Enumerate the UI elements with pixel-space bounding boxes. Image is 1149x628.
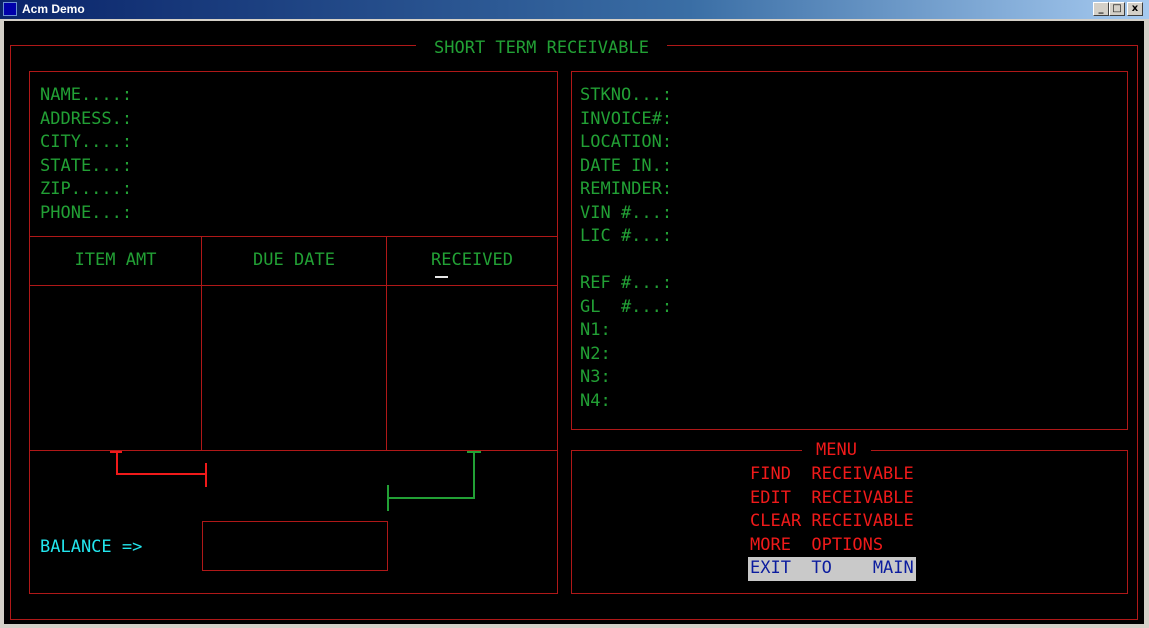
green-bracket xyxy=(387,497,475,499)
window-title-bar: Acm Demo _ □ x xyxy=(0,0,1149,19)
menu-item-clear-receivable[interactable]: CLEAR RECEIVABLE xyxy=(750,510,914,534)
address-label: ADDRESS.: xyxy=(40,108,133,129)
green-bracket xyxy=(467,451,481,453)
n1-label: N1: xyxy=(580,320,611,340)
red-bracket xyxy=(110,451,122,453)
text-cursor xyxy=(435,276,448,278)
red-bracket xyxy=(116,473,206,475)
menu-title: MENU xyxy=(802,439,871,461)
menu-item-exit-to-main[interactable]: EXIT TO MAIN xyxy=(748,557,916,581)
city-label: CITY....: xyxy=(40,132,133,152)
screen-title: SHORT TERM RECEIVABLE xyxy=(416,37,667,59)
reminder-label: REMINDER: xyxy=(580,179,673,199)
balance-label: BALANCE => xyxy=(40,537,143,557)
balance-panel: BALANCE => xyxy=(29,450,558,594)
menu-item-find-receivable[interactable]: FIND RECEIVABLE xyxy=(750,463,914,487)
zip-label: ZIP.....: xyxy=(40,179,133,199)
customer-info-panel: NAME....: ADDRESS.: CITY....: STATE...: … xyxy=(29,71,558,237)
window-title: Acm Demo xyxy=(22,2,85,16)
n2-label: N2: xyxy=(580,343,611,364)
items-table: ITEM AMT DUE DATE RECEIVED xyxy=(29,236,558,451)
app-icon xyxy=(3,2,17,16)
ref-label: REF #...: xyxy=(580,273,673,293)
balance-field[interactable] xyxy=(202,521,388,571)
table-header-divider xyxy=(30,285,557,286)
minimize-button[interactable]: _ xyxy=(1093,2,1109,16)
green-bracket xyxy=(473,451,475,499)
gl-label: GL #...: xyxy=(580,296,673,317)
console-screen: SHORT TERM RECEIVABLE NAME....: ADDRESS.… xyxy=(4,21,1144,624)
vin-label: VIN #...: xyxy=(580,202,673,223)
state-label: STATE...: xyxy=(40,155,133,176)
n4-label: N4: xyxy=(580,390,611,411)
close-button[interactable]: x xyxy=(1127,2,1143,16)
maximize-button[interactable]: □ xyxy=(1109,2,1125,16)
red-bracket xyxy=(116,451,118,475)
date-in-label: DATE IN.: xyxy=(580,155,673,176)
location-label: LOCATION: xyxy=(580,132,673,152)
phone-label: PHONE...: xyxy=(40,202,133,223)
name-label: NAME....: xyxy=(40,85,133,105)
lic-label: LIC #...: xyxy=(580,226,673,246)
red-bracket xyxy=(205,463,207,487)
vehicle-info-panel: STKNO...: INVOICE#: LOCATION: DATE IN.: … xyxy=(571,71,1128,430)
menu-item-more-options[interactable]: MORE OPTIONS xyxy=(750,534,883,558)
green-bracket xyxy=(387,485,389,511)
received-header: RECEIVED xyxy=(431,250,513,270)
n3-label: N3: xyxy=(580,367,611,387)
invoice-label: INVOICE#: xyxy=(580,108,673,129)
item-amt-header: ITEM AMT xyxy=(74,250,157,270)
stkno-label: STKNO...: xyxy=(580,85,673,105)
due-date-header: DUE DATE xyxy=(253,250,335,270)
menu-item-edit-receivable[interactable]: EDIT RECEIVABLE xyxy=(750,487,914,511)
